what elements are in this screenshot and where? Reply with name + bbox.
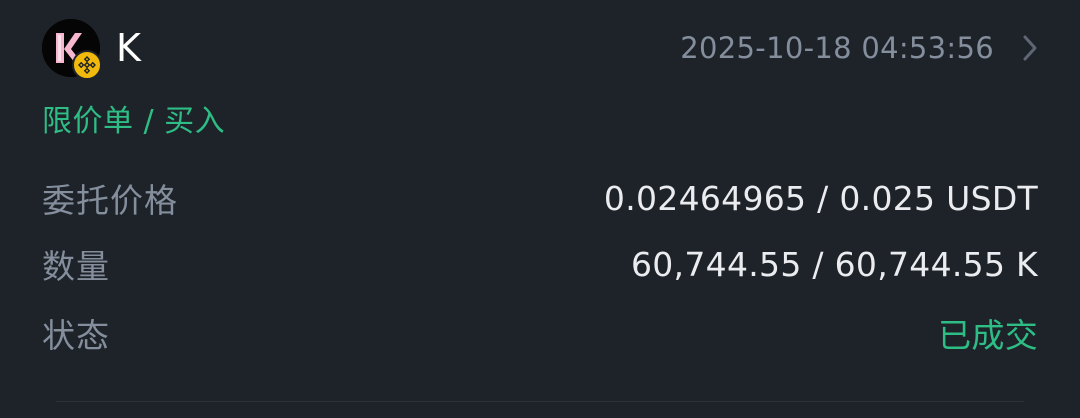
price-value: 0.02464965 / 0.025 USDT bbox=[603, 178, 1038, 218]
detail-row-quantity: 数量 60,744.55 / 60,744.55 K bbox=[42, 240, 1038, 288]
card-divider bbox=[56, 401, 1024, 402]
bnb-chain-badge-icon bbox=[72, 50, 102, 80]
status-value: 已成交 bbox=[938, 316, 1038, 355]
order-type-label: 限价单 / 买入 bbox=[42, 104, 226, 139]
order-timestamp: 2025-10-18 04:53:56 bbox=[680, 31, 994, 65]
token-avatar bbox=[42, 19, 102, 80]
quantity-value: 60,744.55 / 60,744.55 K bbox=[630, 244, 1038, 284]
token-symbol: K bbox=[116, 26, 142, 70]
quantity-label: 数量 bbox=[42, 247, 110, 286]
status-label: 状态 bbox=[42, 316, 110, 355]
order-history-card[interactable]: K 2025-10-18 04:53:56 限价单 / 买入 委托价格 0.02… bbox=[0, 0, 1080, 418]
chevron-right-icon[interactable] bbox=[1020, 33, 1040, 63]
detail-row-price: 委托价格 0.02464965 / 0.025 USDT bbox=[42, 174, 1038, 222]
price-label: 委托价格 bbox=[42, 181, 178, 220]
order-header: K 2025-10-18 04:53:56 bbox=[42, 18, 1040, 80]
detail-row-status: 状态 已成交 bbox=[42, 309, 1038, 357]
